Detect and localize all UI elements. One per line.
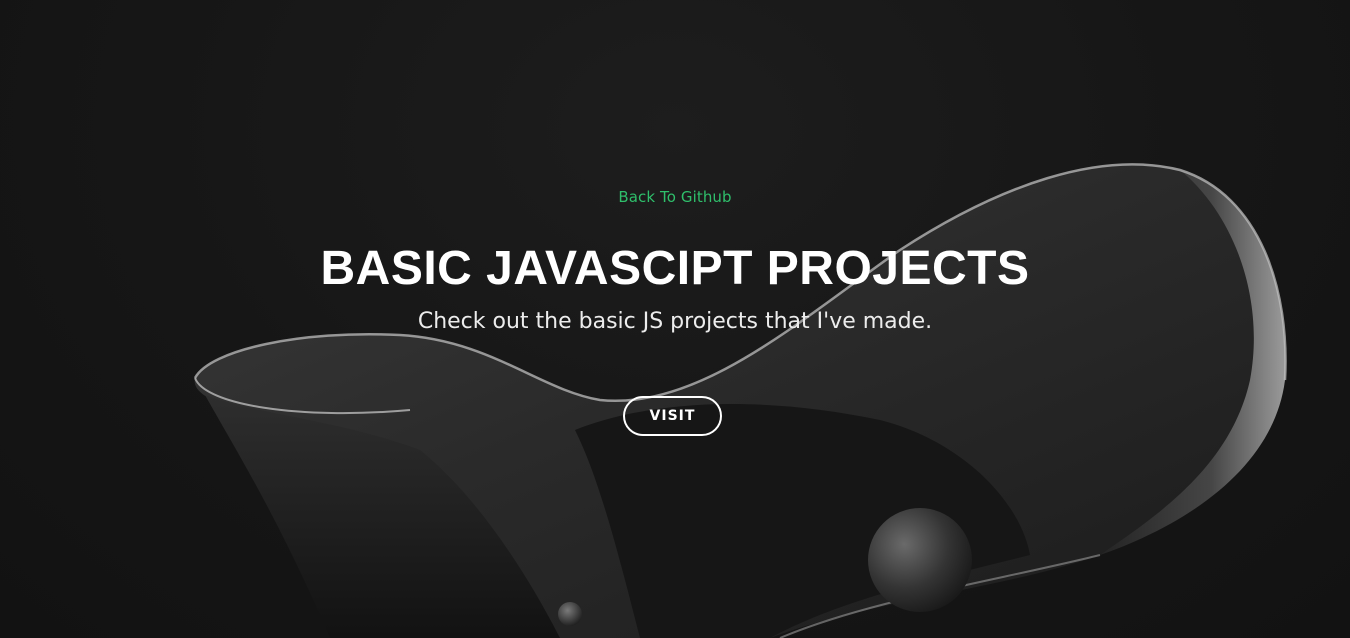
- hero-content: Back To Github BASIC JAVASCIPT PROJECTS …: [0, 0, 1350, 638]
- visit-button[interactable]: VISIT: [623, 396, 722, 436]
- hero-section: Back To Github BASIC JAVASCIPT PROJECTS …: [0, 0, 1350, 638]
- page-subtitle: Check out the basic JS projects that I'v…: [417, 309, 933, 334]
- page-title: BASIC JAVASCIPT PROJECTS: [320, 242, 1030, 295]
- back-to-github-link[interactable]: Back To Github: [0, 188, 1350, 206]
